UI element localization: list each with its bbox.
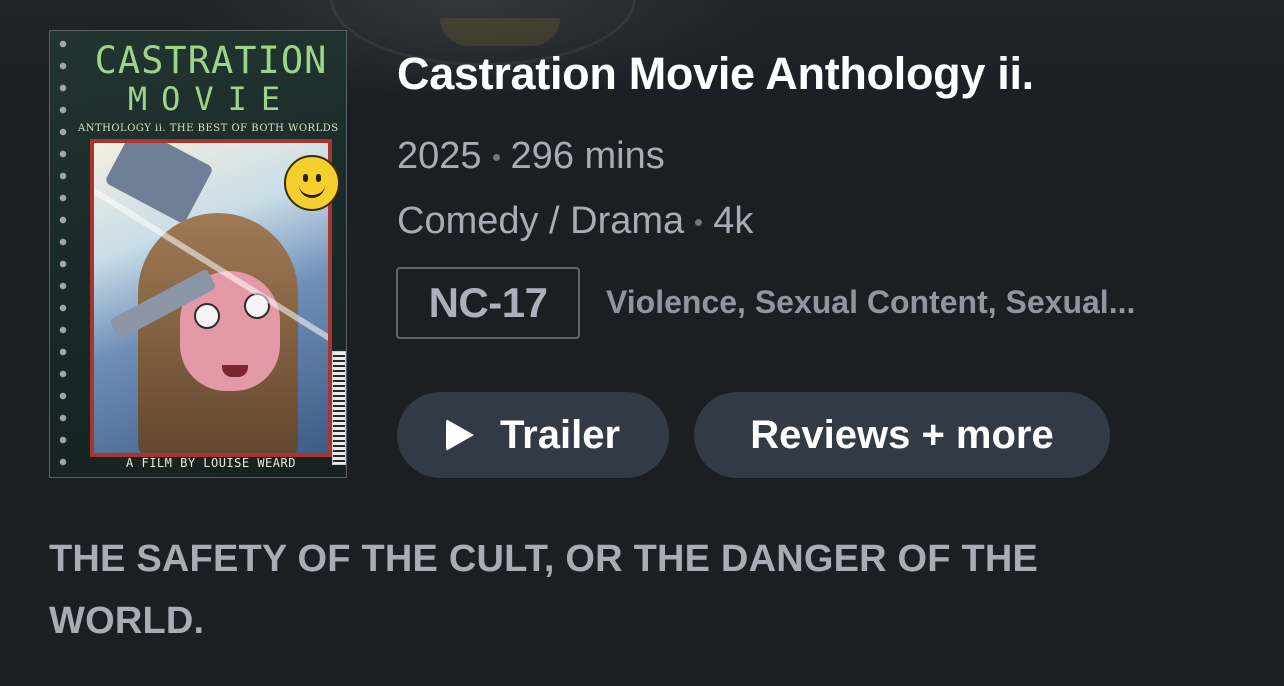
content-advisory[interactable]: Violence, Sexual Content, Sexual... bbox=[606, 284, 1135, 321]
video-quality: 4k bbox=[713, 200, 754, 242]
smiley-face-icon bbox=[284, 155, 340, 211]
reviews-button-label: Reviews + more bbox=[750, 412, 1054, 457]
poster-subtitle: ANTHOLOGY ii. THE BEST OF BOTH WORLDS bbox=[78, 123, 339, 134]
reviews-button[interactable]: Reviews + more bbox=[694, 392, 1110, 478]
poster-title-line2: MOVIE bbox=[127, 80, 295, 118]
dot-separator-icon bbox=[695, 219, 703, 226]
play-icon bbox=[445, 419, 474, 451]
trailer-button[interactable]: Trailer bbox=[397, 392, 669, 478]
movie-detail-page: CASTRATION MOVIE ANTHOLOGY ii. THE BEST … bbox=[0, 0, 1284, 686]
background-dot bbox=[440, 18, 560, 46]
runtime: 296 mins bbox=[510, 135, 665, 177]
smiley-mouth bbox=[299, 181, 325, 198]
genres: Comedy / Drama bbox=[397, 200, 685, 242]
barcode-icon bbox=[332, 351, 346, 465]
poster-title-line1: CASTRATION bbox=[94, 39, 328, 82]
movie-tagline: THE SAFETY OF THE CULT, OR THE DANGER OF… bbox=[49, 538, 1039, 642]
art-eye-left bbox=[194, 303, 220, 329]
dot-separator-icon bbox=[492, 154, 500, 161]
movie-poster[interactable]: CASTRATION MOVIE ANTHOLOGY ii. THE BEST … bbox=[49, 30, 347, 478]
content-rating-badge: NC-17 bbox=[396, 267, 580, 339]
meta-row-genre-quality: Comedy / Drama 4k bbox=[397, 200, 753, 243]
meta-row-year-runtime: 2025 296 mins bbox=[397, 135, 665, 178]
movie-title: Castration Movie Anthology ii. bbox=[397, 48, 1034, 99]
poster-credit: A FILM BY LOUISE WEARD bbox=[126, 456, 296, 470]
poster-binding bbox=[56, 37, 70, 473]
trailer-button-label: Trailer bbox=[499, 412, 621, 457]
release-year: 2025 bbox=[397, 135, 482, 177]
